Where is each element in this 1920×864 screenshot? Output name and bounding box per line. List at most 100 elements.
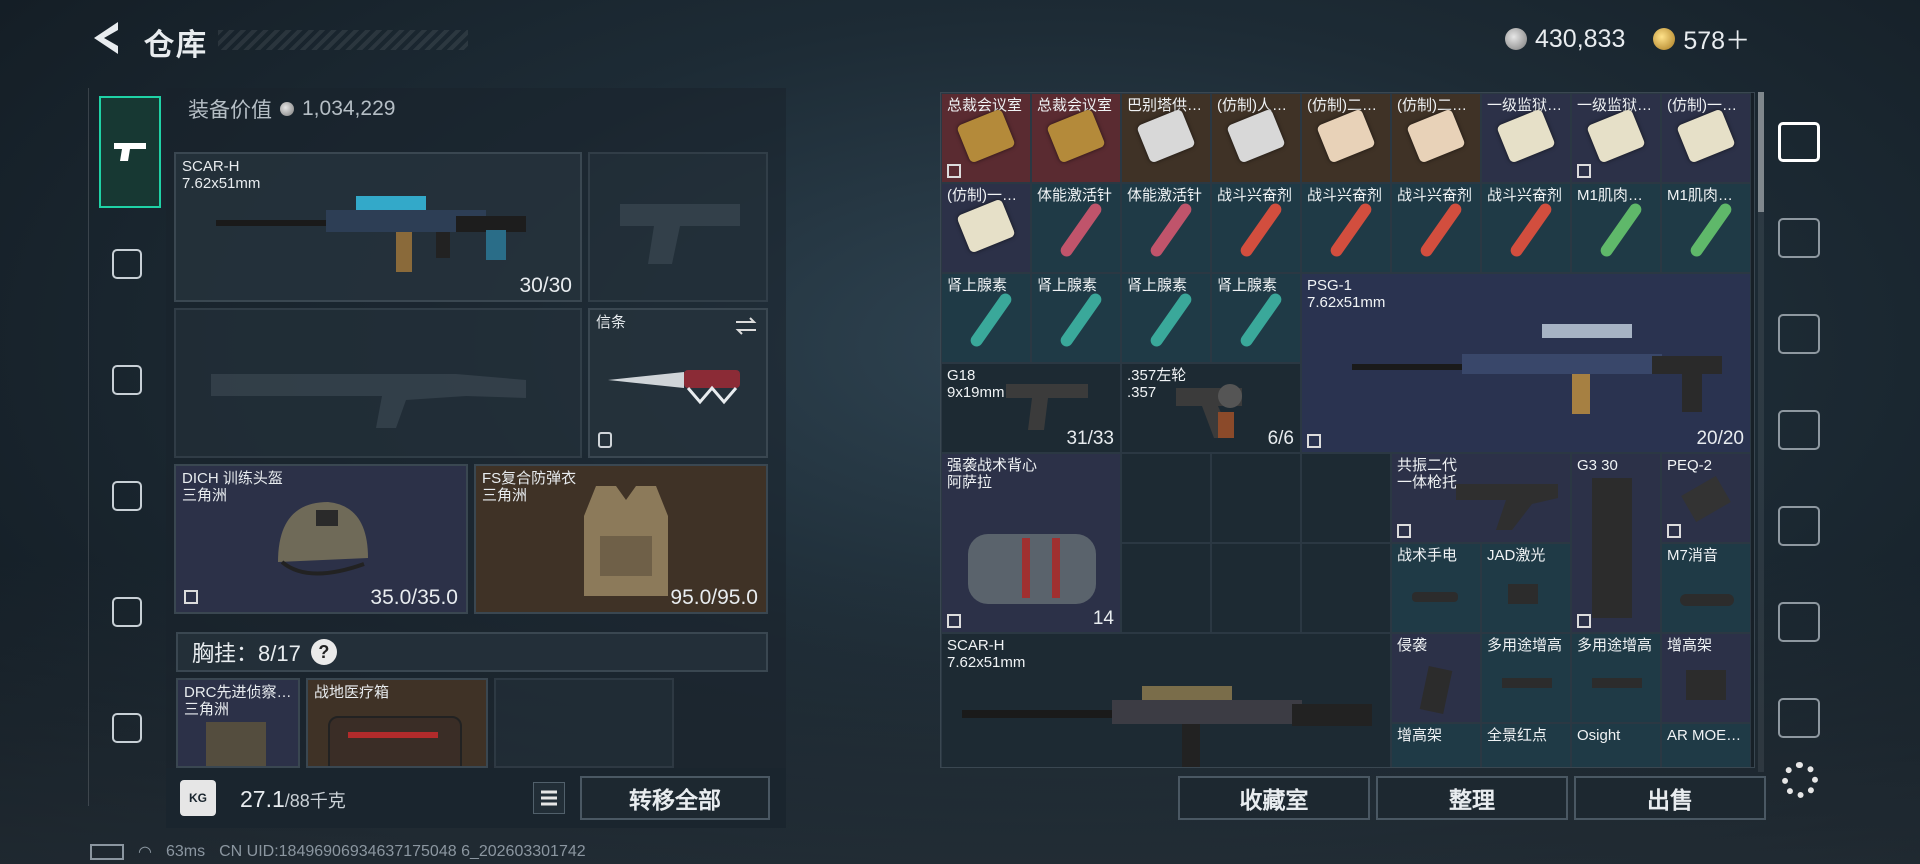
stash-item-g18[interactable]: G18 9x19mm 31/33 (941, 363, 1121, 453)
category-armor[interactable] (99, 352, 155, 408)
stash-item-adrenaline-3[interactable]: 肾上腺素 (1121, 273, 1211, 363)
stash-item-backpack[interactable]: 强袭战术背心 阿萨拉 14 (941, 453, 1121, 633)
swap-icon[interactable] (734, 316, 758, 336)
stash-item-red-dot[interactable]: 全景红点 (1481, 723, 1571, 767)
stash-empty-slot[interactable] (1211, 543, 1301, 633)
stash-item-scar[interactable]: SCAR-H 7.62x51mm (941, 633, 1391, 767)
item-name: G3 30 (1577, 457, 1618, 474)
item-name: 多用途增高 (1487, 637, 1563, 654)
stash-item-card-1[interactable]: 总裁会议室 (941, 93, 1031, 183)
category-vest[interactable] (99, 236, 155, 292)
stash-item-m1-1[interactable]: M1肌肉… (1571, 183, 1661, 273)
stash-item-m7-suppressor[interactable]: M7消音 (1661, 543, 1751, 633)
stash-item-card-2[interactable]: 总裁会议室 (1031, 93, 1121, 183)
stash-item-card-8[interactable]: 一级监狱… (1571, 93, 1661, 183)
stash-page-4d-icon[interactable] (1778, 602, 1820, 642)
category-container[interactable] (99, 584, 155, 640)
stash-item-card-9[interactable]: (仿制)一… (1661, 93, 1751, 183)
stash-item-injector-2[interactable]: 体能激活针 (1121, 183, 1211, 273)
primary-weapon-slot[interactable]: SCAR-H 7.62x51mm 30/30 (174, 152, 582, 302)
scar-rifle-icon (962, 686, 1372, 767)
currency-gold[interactable]: 578＋ (1683, 21, 1750, 57)
back-arrow-icon[interactable] (88, 18, 124, 58)
item-name: 战斗兴奋剂 (1307, 187, 1383, 204)
stash-empty-slot[interactable] (1301, 453, 1391, 543)
syringe-icon (1058, 291, 1104, 349)
stash-item-jad-laser[interactable]: JAD激光 (1481, 543, 1571, 633)
stash-item-stim-1[interactable]: 战斗兴奋剂 (1211, 183, 1301, 273)
stash-item-card-10[interactable]: (仿制)一… (941, 183, 1031, 273)
category-weapons[interactable] (99, 96, 161, 208)
stash-item-adrenaline-1[interactable]: 肾上腺素 (941, 273, 1031, 363)
stash-item-adrenaline-4[interactable]: 肾上腺素 (1211, 273, 1301, 363)
gear-icon[interactable] (1782, 762, 1818, 798)
flashlight-icon (1412, 592, 1458, 602)
category-toolbox[interactable] (99, 700, 155, 756)
stash-page-add-icon[interactable] (1778, 698, 1820, 738)
list-view-button[interactable] (533, 782, 565, 814)
helmet-icon (278, 502, 368, 576)
stash-item-m1-2[interactable]: M1肌肉… (1661, 183, 1751, 273)
syringe-icon (1688, 201, 1734, 259)
stash-item-peq2[interactable]: PEQ-2 (1661, 453, 1751, 543)
secondary-weapon-slot[interactable] (588, 152, 768, 302)
armor-slot[interactable]: FS复合防弹衣 三角洲 95.0/95.0 (474, 464, 768, 614)
stash-home-icon[interactable] (1778, 122, 1820, 162)
currency-bar[interactable]: 430,833 578＋ (1505, 21, 1750, 57)
category-backpack[interactable] (99, 468, 155, 524)
stash-empty-slot[interactable] (1211, 453, 1301, 543)
stash-item-stim-3[interactable]: 战斗兴奋剂 (1391, 183, 1481, 273)
stash-item-card-4[interactable]: (仿制)人… (1211, 93, 1301, 183)
stash-item-riser-2[interactable]: 多用途增高 (1571, 633, 1661, 723)
helmet-slot[interactable]: DICH 训练头盔 三角洲 35.0/35.0 (174, 464, 468, 614)
chest-rig-capacity: 胸挂：8/17 (192, 641, 301, 666)
stash-empty-slot[interactable] (1301, 543, 1391, 633)
stash-item-stock[interactable]: 共振二代 一体枪托 (1391, 453, 1571, 543)
no-insure-icon (1307, 434, 1321, 448)
stash-item-psg1[interactable]: PSG-1 7.62x51mm 20/20 (1301, 273, 1751, 453)
stash-item-card-7[interactable]: 一级监狱… (1481, 93, 1571, 183)
stash-item-g3-magazine[interactable]: G3 30 (1571, 453, 1661, 633)
stash-item-adrenaline-2[interactable]: 肾上腺素 (1031, 273, 1121, 363)
category-sidebar (88, 88, 161, 806)
stash-item-revolver[interactable]: .357左轮 .357 6/6 (1121, 363, 1301, 453)
syringe-icon (968, 291, 1014, 349)
stash-page-5-icon[interactable] (1778, 218, 1820, 258)
stash-item-stim-4[interactable]: 战斗兴奋剂 (1481, 183, 1571, 273)
stash-empty-slot[interactable] (1121, 453, 1211, 543)
collection-button[interactable]: 收藏室 (1178, 776, 1370, 820)
rig-item-1[interactable]: DRC先进侦察… 三角洲 (176, 678, 300, 768)
revolver-icon (1176, 384, 1242, 438)
item-name: 增高架 (1397, 727, 1443, 744)
keycard-icon (1316, 108, 1376, 164)
stash-item-osight[interactable]: Osight (1571, 723, 1661, 767)
rig-item-empty[interactable] (494, 678, 674, 768)
primary-weapon-ammo: 30/30 (519, 274, 572, 297)
stash-item-mount-2[interactable]: 增高架 (1391, 723, 1481, 767)
help-icon[interactable]: ? (310, 639, 337, 665)
stash-item-grip[interactable]: 侵袭 (1391, 633, 1481, 723)
stash-page-4c-icon[interactable] (1778, 506, 1820, 546)
keycard-icon (956, 198, 1016, 254)
stash-item-riser-1[interactable]: 多用途增高 (1481, 633, 1571, 723)
stash-item-card-6[interactable]: (仿制)二… (1391, 93, 1481, 183)
stash-item-flashlight[interactable]: 战术手电 (1391, 543, 1481, 633)
sell-button[interactable]: 出售 (1574, 776, 1766, 820)
stash-page-4a-icon[interactable] (1778, 314, 1820, 354)
stash-empty-slot[interactable] (1121, 543, 1211, 633)
battery-icon (90, 844, 124, 860)
stash-item-card-3[interactable]: 巴别塔供… (1121, 93, 1211, 183)
chest-rig-bar[interactable]: 胸挂：8/17 ? (176, 632, 768, 672)
stash-item-injector-1[interactable]: 体能激活针 (1031, 183, 1121, 273)
sort-button[interactable]: 整理 (1376, 776, 1568, 820)
stash-item-ar-moe[interactable]: AR MOE… (1661, 723, 1751, 767)
transfer-all-button[interactable]: 转移全部 (580, 776, 770, 820)
stash-item-card-5[interactable]: (仿制)二… (1301, 93, 1391, 183)
stash-item-stim-2[interactable]: 战斗兴奋剂 (1301, 183, 1391, 273)
armor-durability: 95.0/95.0 (670, 586, 758, 609)
knife-slot[interactable]: 信条 (588, 308, 768, 458)
stash-item-mount[interactable]: 增高架 (1661, 633, 1751, 723)
rig-item-2[interactable]: 战地医疗箱 (306, 678, 488, 768)
secondary-rifle-slot[interactable] (174, 308, 582, 458)
stash-page-4b-icon[interactable] (1778, 410, 1820, 450)
